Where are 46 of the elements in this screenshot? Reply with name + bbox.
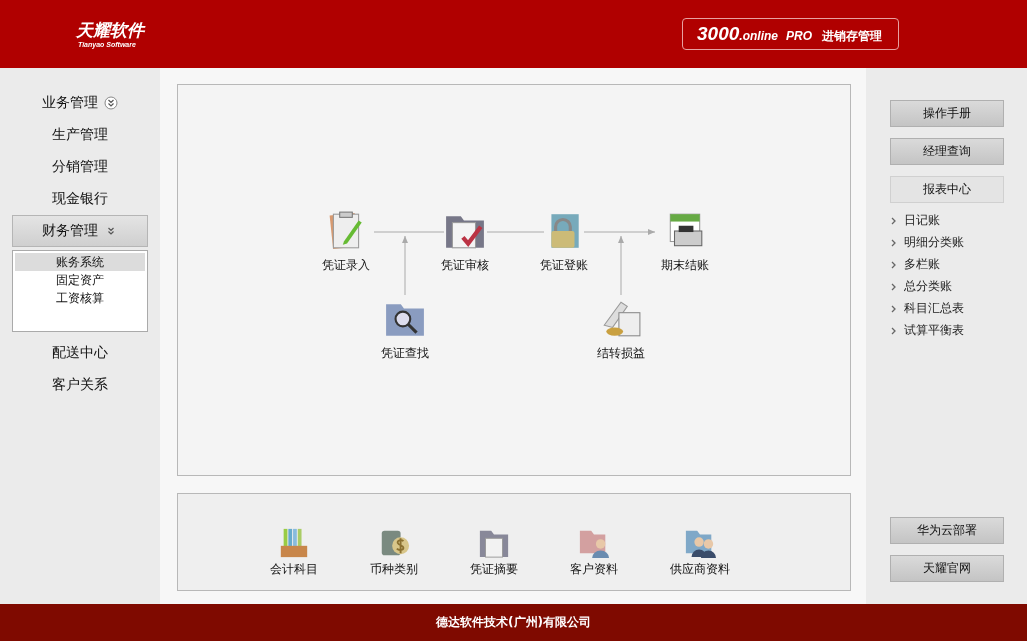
chevron-icon (891, 238, 897, 247)
submenu-item[interactable]: 工资核算 (15, 289, 145, 307)
binders-tray-icon (278, 526, 310, 559)
menu-button[interactable]: 报表中心 (890, 176, 1004, 203)
sidebar-item[interactable]: 分销管理 (12, 151, 148, 183)
report-link[interactable]: 日记账 (904, 212, 940, 229)
connector-line (373, 231, 445, 233)
sidebar-item[interactable]: 客户关系 (12, 369, 148, 401)
shortcut-item[interactable]: 币种类别 (370, 526, 418, 578)
flow-node[interactable]: 结转损益 (576, 298, 666, 362)
chevron-icon (891, 260, 897, 269)
flow-node[interactable]: 凭证查找 (360, 298, 450, 362)
connector-line (486, 231, 545, 233)
chevron-icon (891, 326, 897, 335)
shortcut-item[interactable]: 客户资料 (570, 526, 618, 578)
submenu-item[interactable]: 账务系统 (15, 253, 145, 271)
chevron-icon (891, 282, 897, 291)
copyright-text: 德达软件技术(广州)有限公司 (436, 614, 591, 631)
expand-icon (104, 96, 118, 110)
shortcut-item[interactable]: 供应商资料 (670, 526, 730, 578)
shortcut-item[interactable]: 凭证摘要 (470, 526, 518, 578)
submenu-item[interactable]: 固定资产 (15, 271, 145, 289)
chevron-icon (891, 304, 897, 313)
sidebar-item[interactable]: 现金银行 (12, 183, 148, 215)
report-link[interactable]: 科目汇总表 (904, 300, 964, 317)
menu-button[interactable]: 经理查询 (890, 138, 1004, 165)
sidebar-item[interactable]: 财务管理 (12, 215, 148, 247)
logo-text: 天耀软件 (76, 19, 144, 40)
product-badge: 3000.online PRO 进销存管理 (682, 18, 899, 50)
report-link[interactable]: 试算平衡表 (904, 322, 964, 339)
connector-arrow (402, 235, 408, 296)
link-button[interactable]: 天耀官网 (890, 555, 1004, 582)
sidebar-item[interactable]: 生产管理 (12, 119, 148, 151)
flow-node[interactable]: 期末结账 (640, 210, 730, 274)
report-link[interactable]: 多栏账 (904, 256, 940, 273)
link-button[interactable]: 华为云部署 (890, 517, 1004, 544)
shortcut-item[interactable]: 会计科目 (270, 526, 318, 578)
sidebar-item[interactable]: 配送中心 (12, 337, 148, 369)
report-link[interactable]: 明细分类账 (904, 234, 964, 251)
sidebar-item[interactable]: 业务管理 (12, 87, 148, 119)
flow-node[interactable]: 凭证录入 (301, 210, 391, 274)
flow-node[interactable]: 凭证登账 (519, 210, 609, 274)
menu-button[interactable]: 操作手册 (890, 100, 1004, 127)
report-link[interactable]: 总分类账 (904, 278, 952, 295)
chevron-icon (891, 216, 897, 225)
flow-node[interactable]: 凭证审核 (420, 210, 510, 274)
